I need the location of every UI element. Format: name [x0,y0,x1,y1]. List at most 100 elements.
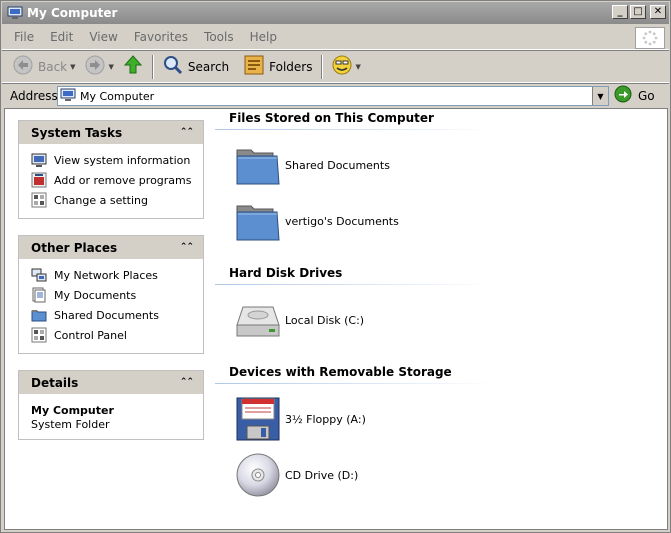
place-my-network-places[interactable]: My Network Places [31,265,203,285]
section-title: Devices with Removable Storage [229,365,452,379]
forward-button[interactable]: ▼ [80,53,118,81]
title-bar[interactable]: My Computer _ □ ✕ [2,2,669,24]
task-add-remove-programs[interactable]: Add or remove programs [31,170,203,190]
item-label: vertigo's Documents [285,214,399,228]
close-button[interactable]: ✕ [650,5,666,19]
drives-section-header: Hard Disk Drives [215,266,495,285]
details-header[interactable]: Details ⌃⌃ [19,371,203,394]
shared-documents-item[interactable]: Shared Documents [235,142,390,188]
task-change-setting[interactable]: Change a setting [31,190,203,210]
monitor-icon [31,152,47,168]
forward-dropdown-icon[interactable]: ▼ [109,63,114,71]
user-documents-item[interactable]: vertigo's Documents [235,198,399,244]
item-label: CD Drive (D:) [285,468,359,482]
folder-icon [31,307,47,323]
menu-edit[interactable]: Edit [42,30,81,44]
add-remove-programs-icon [31,172,47,188]
place-label: Shared Documents [54,308,159,322]
up-arrow-icon [122,54,144,79]
section-title: Hard Disk Drives [229,266,343,280]
search-icon [162,54,184,79]
toolbar-separator [320,54,323,79]
network-places-icon [31,267,47,283]
menu-view[interactable]: View [81,30,125,44]
go-arrow-icon [614,85,632,106]
other-places-panel: Other Places ⌃⌃ My Network Places My Doc… [18,235,204,354]
section-divider [215,383,495,384]
system-tasks-header[interactable]: System Tasks ⌃⌃ [19,121,203,144]
back-arrow-icon [12,54,34,79]
folders-icon [243,54,265,79]
minimize-button[interactable]: _ [612,5,628,19]
task-view-system-information[interactable]: View system information [31,150,203,170]
address-input[interactable]: My Computer ▼ [57,86,609,106]
place-my-documents[interactable]: My Documents [31,285,203,305]
go-button[interactable]: Go [614,85,655,106]
control-panel-icon [31,327,47,343]
hard-disk-icon [235,297,281,343]
section-divider [215,284,495,285]
task-label: Add or remove programs [54,173,192,187]
maximize-icon: □ [633,6,643,17]
views-dropdown-icon[interactable]: ▼ [356,63,361,71]
computer-icon [7,6,23,20]
address-label: Address [10,88,58,103]
item-label: Shared Documents [285,158,390,172]
folders-button[interactable]: Folders [239,53,316,81]
other-places-header[interactable]: Other Places ⌃⌃ [19,236,203,259]
place-label: Control Panel [54,328,127,342]
computer-icon [60,88,76,105]
details-panel: Details ⌃⌃ My Computer System Folder [18,370,204,440]
cd-drive-item[interactable]: CD Drive (D:) [235,452,358,498]
back-label: Back [38,59,68,74]
place-label: My Network Places [54,268,158,282]
collapse-chevron-icon[interactable]: ⌃⌃ [180,128,194,137]
place-label: My Documents [54,288,137,302]
throbber-icon [635,27,665,49]
menu-favorites[interactable]: Favorites [126,30,196,44]
panel-title: System Tasks [31,125,123,140]
search-label: Search [187,59,230,74]
content-pane: System Tasks ⌃⌃ View system information … [4,108,668,530]
address-value: My Computer [80,89,155,103]
system-tasks-panel: System Tasks ⌃⌃ View system information … [18,120,204,219]
search-button[interactable]: Search [158,53,233,81]
back-dropdown-icon[interactable]: ▼ [70,63,75,71]
folders-label: Folders [269,59,313,74]
menu-tools[interactable]: Tools [196,30,242,44]
documents-icon [31,287,47,303]
section-title: Files Stored on This Computer [229,111,434,125]
folder-icon [235,142,281,188]
removable-section-header: Devices with Removable Storage [215,365,495,384]
files-section-header: Files Stored on This Computer [215,111,495,130]
details-type: System Folder [31,418,110,431]
menu-help[interactable]: Help [242,30,285,44]
toolbar-separator [151,54,154,79]
explorer-window: My Computer _ □ ✕ File Edit View Favorit… [0,0,671,533]
task-label: View system information [54,153,191,167]
place-shared-documents[interactable]: Shared Documents [31,305,203,325]
menu-bar: File Edit View Favorites Tools Help [2,25,669,50]
details-name: My Computer [31,404,114,417]
close-icon: ✕ [653,6,663,17]
control-panel-icon [31,192,47,208]
address-dropdown-icon[interactable]: ▼ [592,87,608,105]
local-disk-item[interactable]: Local Disk (C:) [235,297,364,343]
floppy-disk-icon [235,396,281,442]
menu-file[interactable]: File [2,30,42,44]
back-button[interactable]: Back ▼ [8,53,80,81]
up-button[interactable] [118,53,148,81]
floppy-drive-item[interactable]: 3½ Floppy (A:) [235,396,366,442]
address-bar: Address My Computer ▼ Go [2,83,669,107]
panel-title: Other Places [31,240,118,255]
cd-disc-icon [235,452,281,498]
folder-icon [235,198,281,244]
task-label: Change a setting [54,193,148,207]
maximize-button[interactable]: □ [630,5,646,19]
collapse-chevron-icon[interactable]: ⌃⌃ [180,378,194,387]
window-title: My Computer [27,6,118,20]
views-button[interactable]: ▼ [327,53,365,81]
panel-title: Details [31,375,79,390]
collapse-chevron-icon[interactable]: ⌃⌃ [180,243,194,252]
place-control-panel[interactable]: Control Panel [31,325,203,345]
